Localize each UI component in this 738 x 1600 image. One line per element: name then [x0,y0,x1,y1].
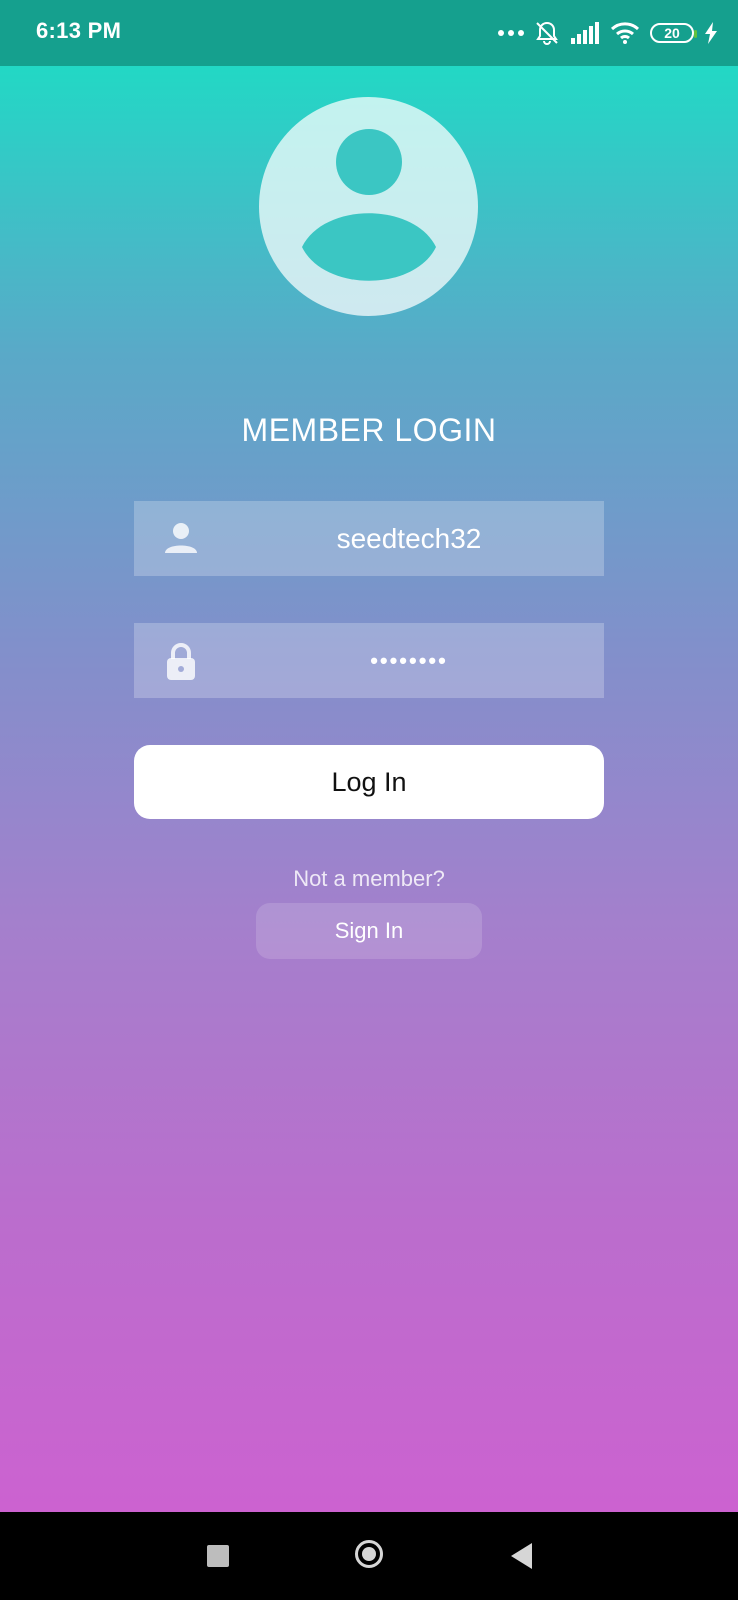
charging-bolt-icon [705,22,717,44]
username-field[interactable]: seedtech32 [134,501,604,576]
back-icon[interactable] [511,1543,532,1569]
navigation-bar [0,1512,738,1600]
bell-off-icon [536,21,558,45]
home-icon[interactable] [355,1540,383,1568]
status-bar: 6:13 PM 20 [0,0,738,66]
recents-icon[interactable] [207,1545,229,1567]
password-field[interactable]: •••••••• [134,623,604,698]
battery-level: 20 [664,25,680,41]
more-dots-icon [498,30,524,36]
signin-button[interactable]: Sign In [256,903,482,959]
wifi-icon [610,22,640,44]
login-screen: MEMBER LOGIN seedtech32 •••••••• Log In … [0,66,738,1512]
not-member-text: Not a member? [293,866,445,891]
avatar [259,97,478,316]
user-icon [165,523,197,553]
lock-icon [167,643,195,680]
signal-icon [571,22,599,44]
status-icons: 20 [498,18,718,48]
login-button[interactable]: Log In [134,745,604,819]
status-time: 6:13 PM [36,18,122,43]
user-avatar-icon [302,129,436,281]
username-value[interactable]: seedtech32 [214,501,604,576]
page-title: MEMBER LOGIN [241,412,497,448]
battery-icon: 20 [650,23,697,43]
password-value[interactable]: •••••••• [214,623,604,698]
